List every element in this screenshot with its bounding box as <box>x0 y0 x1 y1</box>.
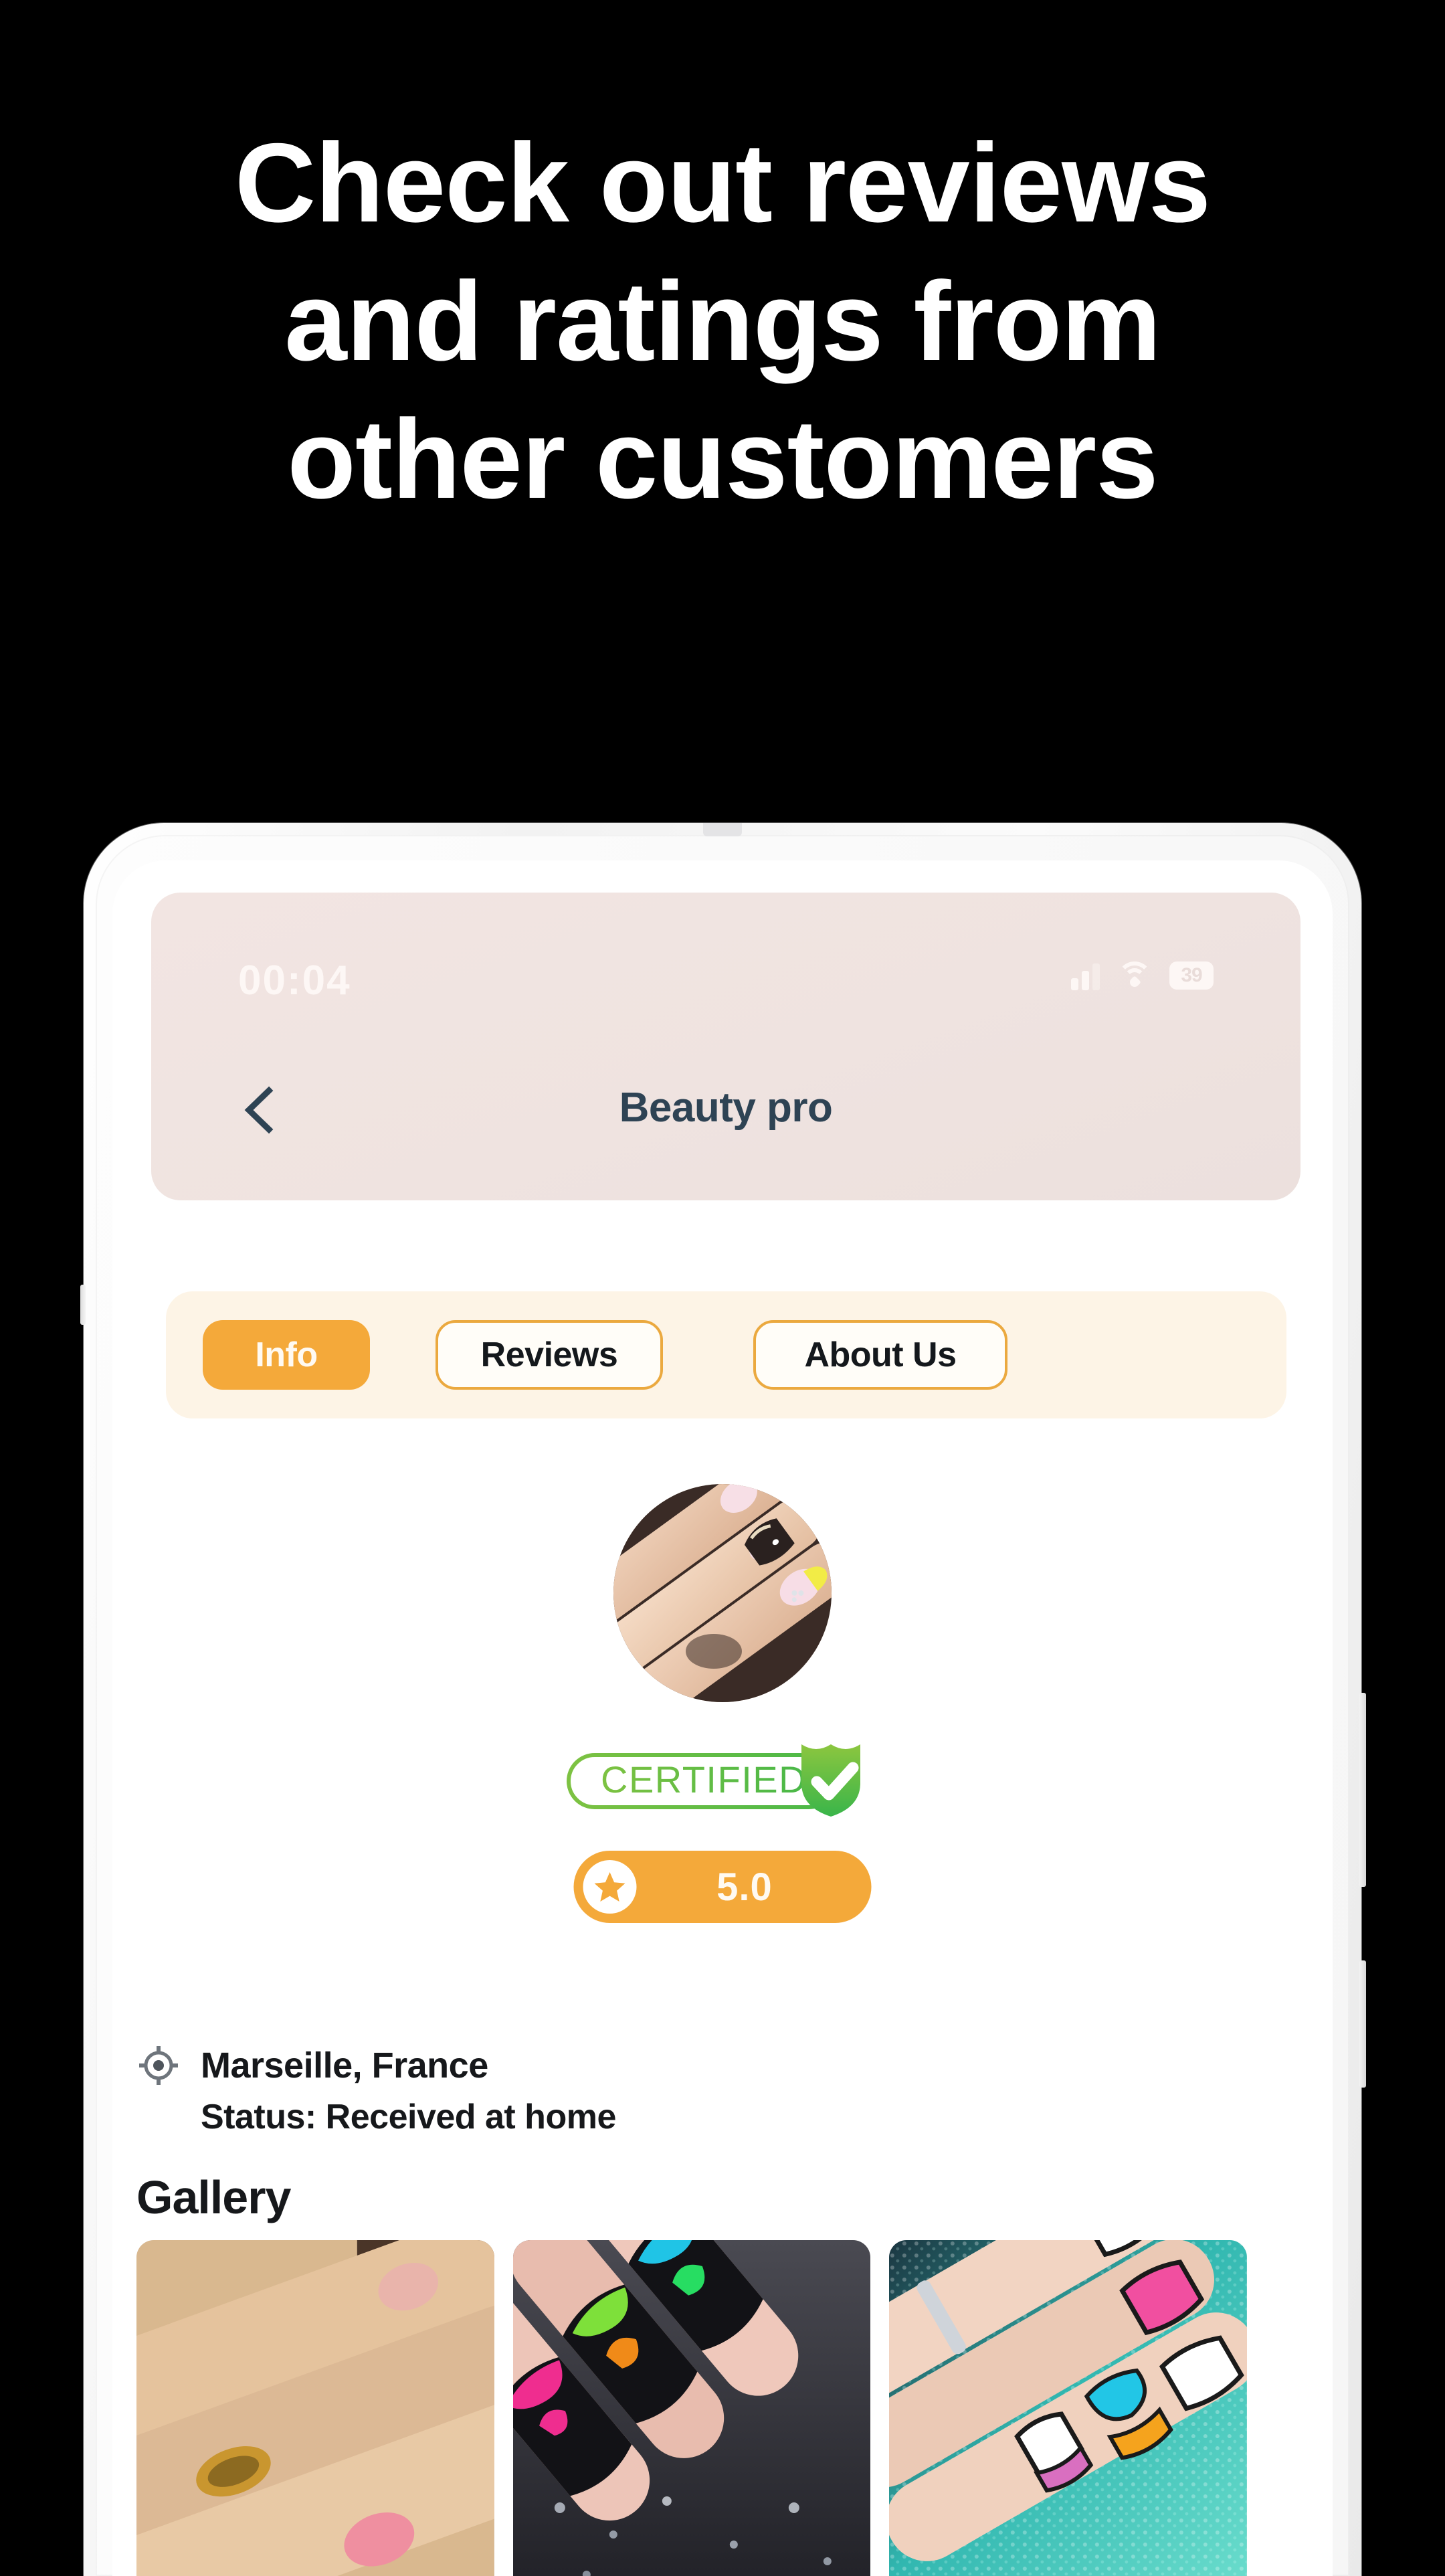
location-row: Marseille, France <box>138 2045 488 2086</box>
speaker-notch <box>703 823 742 836</box>
tab-about-us[interactable]: About Us <box>753 1320 1007 1390</box>
tab-strip: Info Reviews About Us <box>166 1291 1286 1418</box>
rating-badge[interactable]: 5.0 <box>573 1851 872 1923</box>
promo-line-2: and ratings from <box>284 258 1161 384</box>
power-button[interactable] <box>1359 1960 1366 2088</box>
promo-line-3: other customers <box>287 396 1158 523</box>
tab-reviews[interactable]: Reviews <box>436 1320 663 1390</box>
status-bar-icons: 39 <box>1071 961 1214 990</box>
navigation-bar: Beauty pro <box>151 1072 1300 1145</box>
gallery-item-3[interactable] <box>889 2240 1248 2576</box>
gallery-grid <box>136 2240 1248 2576</box>
status-bar: 00:04 39 <box>151 957 1300 1005</box>
certified-badge: CERTIFIED <box>566 1740 879 1819</box>
location-text: Marseille, France <box>201 2045 488 2086</box>
tab-info[interactable]: Info <box>203 1320 370 1390</box>
phone-screen: 00:04 39 Beauty pro Info Reviews About U… <box>112 860 1333 2576</box>
wifi-icon <box>1117 961 1152 990</box>
gallery-item-2[interactable] <box>512 2240 871 2576</box>
signal-bars-icon <box>1071 961 1100 990</box>
battery-icon: 39 <box>1169 961 1214 990</box>
promo-line-1: Check out reviews <box>234 120 1211 246</box>
gallery-heading: Gallery <box>136 2171 291 2223</box>
phone-mockup: 00:04 39 Beauty pro Info Reviews About U… <box>80 823 1366 2576</box>
certified-label: CERTIFIED <box>601 1758 807 1801</box>
star-icon <box>583 1860 637 1914</box>
page-title: Beauty pro <box>619 1085 833 1131</box>
status-bar-clock: 00:04 <box>238 957 351 1004</box>
side-button-left[interactable] <box>80 1285 86 1325</box>
rating-value: 5.0 <box>716 1865 773 1909</box>
status-text: Status: Received at home <box>201 2098 616 2136</box>
app-header-card: 00:04 39 Beauty pro <box>151 893 1300 1200</box>
volume-button[interactable] <box>1359 1693 1366 1887</box>
avatar[interactable] <box>613 1484 832 1702</box>
promo-headline: Check out reviews and ratings from other… <box>0 114 1445 529</box>
gallery-item-1[interactable] <box>136 2240 494 2576</box>
location-target-icon <box>138 2045 179 2086</box>
